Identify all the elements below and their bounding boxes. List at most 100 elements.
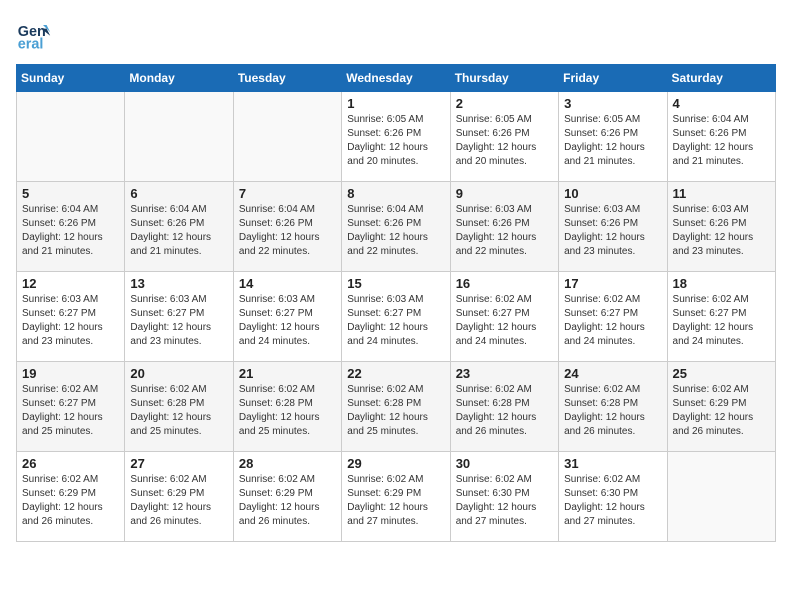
calendar-cell: 10 Sunrise: 6:03 AM Sunset: 6:26 PM Dayli… <box>559 182 667 272</box>
day-info: Sunrise: 6:02 AM Sunset: 6:27 PM Dayligh… <box>456 293 553 349</box>
calendar-cell: 26 Sunrise: 6:02 AM Sunset: 6:29 PM Dayli… <box>17 452 125 542</box>
day-info: Sunrise: 6:02 AM Sunset: 6:28 PM Dayligh… <box>239 383 336 439</box>
day-number: 8 <box>347 186 444 201</box>
logo: Gen eral <box>16 16 58 52</box>
day-number: 16 <box>456 276 553 291</box>
day-number: 17 <box>564 276 661 291</box>
day-number: 15 <box>347 276 444 291</box>
day-info: Sunrise: 6:02 AM Sunset: 6:27 PM Dayligh… <box>673 293 770 349</box>
calendar-cell: 6 Sunrise: 6:04 AM Sunset: 6:26 PM Daylig… <box>125 182 233 272</box>
calendar-cell: 19 Sunrise: 6:02 AM Sunset: 6:27 PM Dayli… <box>17 362 125 452</box>
calendar-cell: 5Sunrise: 6:04 AM Sunset: 6:26 PM Daylig… <box>17 182 125 272</box>
calendar-cell: 21 Sunrise: 6:02 AM Sunset: 6:28 PM Dayli… <box>233 362 341 452</box>
day-info: Sunrise: 6:02 AM Sunset: 6:29 PM Dayligh… <box>130 473 227 529</box>
calendar-cell: 15 Sunrise: 6:03 AM Sunset: 6:27 PM Dayli… <box>342 272 450 362</box>
calendar-week-4: 19 Sunrise: 6:02 AM Sunset: 6:27 PM Dayli… <box>17 362 776 452</box>
day-number: 13 <box>130 276 227 291</box>
calendar-cell: 1Sunrise: 6:05 AM Sunset: 6:26 PM Daylig… <box>342 92 450 182</box>
day-info: Sunrise: 6:04 AM Sunset: 6:26 PM Dayligh… <box>347 203 444 259</box>
calendar-cell <box>233 92 341 182</box>
weekday-header-friday: Friday <box>559 65 667 92</box>
day-info: Sunrise: 6:02 AM Sunset: 6:30 PM Dayligh… <box>456 473 553 529</box>
day-number: 2 <box>456 96 553 111</box>
calendar-header: SundayMondayTuesdayWednesdayThursdayFrid… <box>17 65 776 92</box>
day-info: Sunrise: 6:04 AM Sunset: 6:26 PM Dayligh… <box>130 203 227 259</box>
day-number: 25 <box>673 366 770 381</box>
day-number: 6 <box>130 186 227 201</box>
day-number: 7 <box>239 186 336 201</box>
day-number: 23 <box>456 366 553 381</box>
day-info: Sunrise: 6:04 AM Sunset: 6:26 PM Dayligh… <box>673 113 770 169</box>
day-info: Sunrise: 6:02 AM Sunset: 6:29 PM Dayligh… <box>22 473 119 529</box>
day-info: Sunrise: 6:02 AM Sunset: 6:29 PM Dayligh… <box>347 473 444 529</box>
day-info: Sunrise: 6:02 AM Sunset: 6:27 PM Dayligh… <box>564 293 661 349</box>
calendar-cell: 18 Sunrise: 6:02 AM Sunset: 6:27 PM Dayli… <box>667 272 775 362</box>
day-info: Sunrise: 6:02 AM Sunset: 6:29 PM Dayligh… <box>673 383 770 439</box>
calendar-cell: 27 Sunrise: 6:02 AM Sunset: 6:29 PM Dayli… <box>125 452 233 542</box>
day-number: 30 <box>456 456 553 471</box>
calendar-cell <box>17 92 125 182</box>
day-info: Sunrise: 6:04 AM Sunset: 6:26 PM Dayligh… <box>239 203 336 259</box>
day-number: 19 <box>22 366 119 381</box>
calendar-cell: 24 Sunrise: 6:02 AM Sunset: 6:28 PM Dayli… <box>559 362 667 452</box>
day-number: 18 <box>673 276 770 291</box>
day-info: Sunrise: 6:03 AM Sunset: 6:26 PM Dayligh… <box>564 203 661 259</box>
calendar-cell: 3Sunrise: 6:05 AM Sunset: 6:26 PM Daylig… <box>559 92 667 182</box>
day-info: Sunrise: 6:02 AM Sunset: 6:28 PM Dayligh… <box>564 383 661 439</box>
weekday-header-tuesday: Tuesday <box>233 65 341 92</box>
day-number: 20 <box>130 366 227 381</box>
day-number: 4 <box>673 96 770 111</box>
day-info: Sunrise: 6:02 AM Sunset: 6:28 PM Dayligh… <box>347 383 444 439</box>
day-info: Sunrise: 6:02 AM Sunset: 6:29 PM Dayligh… <box>239 473 336 529</box>
day-number: 12 <box>22 276 119 291</box>
day-info: Sunrise: 6:03 AM Sunset: 6:27 PM Dayligh… <box>22 293 119 349</box>
calendar-cell <box>667 452 775 542</box>
day-number: 27 <box>130 456 227 471</box>
day-number: 22 <box>347 366 444 381</box>
weekday-header-saturday: Saturday <box>667 65 775 92</box>
day-info: Sunrise: 6:02 AM Sunset: 6:28 PM Dayligh… <box>130 383 227 439</box>
day-number: 24 <box>564 366 661 381</box>
day-number: 9 <box>456 186 553 201</box>
calendar-body: 1Sunrise: 6:05 AM Sunset: 6:26 PM Daylig… <box>17 92 776 542</box>
weekday-header-sunday: Sunday <box>17 65 125 92</box>
day-number: 14 <box>239 276 336 291</box>
day-info: Sunrise: 6:02 AM Sunset: 6:28 PM Dayligh… <box>456 383 553 439</box>
svg-text:eral: eral <box>18 36 44 52</box>
calendar-cell: 14Sunrise: 6:03 AM Sunset: 6:27 PM Dayli… <box>233 272 341 362</box>
day-number: 21 <box>239 366 336 381</box>
calendar-cell: 29 Sunrise: 6:02 AM Sunset: 6:29 PM Dayli… <box>342 452 450 542</box>
calendar-cell: 11 Sunrise: 6:03 AM Sunset: 6:26 PM Dayli… <box>667 182 775 272</box>
calendar-cell: 22 Sunrise: 6:02 AM Sunset: 6:28 PM Dayli… <box>342 362 450 452</box>
day-number: 10 <box>564 186 661 201</box>
weekday-header-monday: Monday <box>125 65 233 92</box>
weekday-row: SundayMondayTuesdayWednesdayThursdayFrid… <box>17 65 776 92</box>
day-info: Sunrise: 6:03 AM Sunset: 6:26 PM Dayligh… <box>673 203 770 259</box>
day-info: Sunrise: 6:02 AM Sunset: 6:30 PM Dayligh… <box>564 473 661 529</box>
calendar-cell: 4 Sunrise: 6:04 AM Sunset: 6:26 PM Daylig… <box>667 92 775 182</box>
logo-icon: Gen eral <box>16 16 52 52</box>
day-info: Sunrise: 6:05 AM Sunset: 6:26 PM Dayligh… <box>347 113 444 169</box>
calendar-cell: 25 Sunrise: 6:02 AM Sunset: 6:29 PM Dayli… <box>667 362 775 452</box>
calendar-week-2: 5 Sunrise: 6:04 AM Sunset: 6:26 PM Daylig… <box>17 182 776 272</box>
day-info: Sunrise: 6:03 AM Sunset: 6:27 PM Dayligh… <box>347 293 444 349</box>
calendar-cell: 7 Sunrise: 6:04 AM Sunset: 6:26 PM Daylig… <box>233 182 341 272</box>
day-number: 31 <box>564 456 661 471</box>
day-number: 11 <box>673 186 770 201</box>
day-info: Sunrise: 6:05 AM Sunset: 6:26 PM Dayligh… <box>456 113 553 169</box>
weekday-header-thursday: Thursday <box>450 65 558 92</box>
day-number: 26 <box>22 456 119 471</box>
day-number: 29 <box>347 456 444 471</box>
calendar-cell: 23 Sunrise: 6:02 AM Sunset: 6:28 PM Dayli… <box>450 362 558 452</box>
calendar-cell: 17 Sunrise: 6:02 AM Sunset: 6:27 PM Dayli… <box>559 272 667 362</box>
calendar-cell: 30 Sunrise: 6:02 AM Sunset: 6:30 PM Dayli… <box>450 452 558 542</box>
calendar-cell: 9 Sunrise: 6:03 AM Sunset: 6:26 PM Daylig… <box>450 182 558 272</box>
calendar-cell: 16 Sunrise: 6:02 AM Sunset: 6:27 PM Dayli… <box>450 272 558 362</box>
calendar-cell: 8 Sunrise: 6:04 AM Sunset: 6:26 PM Daylig… <box>342 182 450 272</box>
day-info: Sunrise: 6:05 AM Sunset: 6:26 PM Dayligh… <box>564 113 661 169</box>
day-info: Sunrise: 6:03 AM Sunset: 6:26 PM Dayligh… <box>456 203 553 259</box>
day-info: Sunrise: 6:02 AM Sunset: 6:27 PM Dayligh… <box>22 383 119 439</box>
calendar-cell: 20 Sunrise: 6:02 AM Sunset: 6:28 PM Dayli… <box>125 362 233 452</box>
page-header: Gen eral <box>16 16 776 52</box>
day-number: 5 <box>22 186 119 201</box>
